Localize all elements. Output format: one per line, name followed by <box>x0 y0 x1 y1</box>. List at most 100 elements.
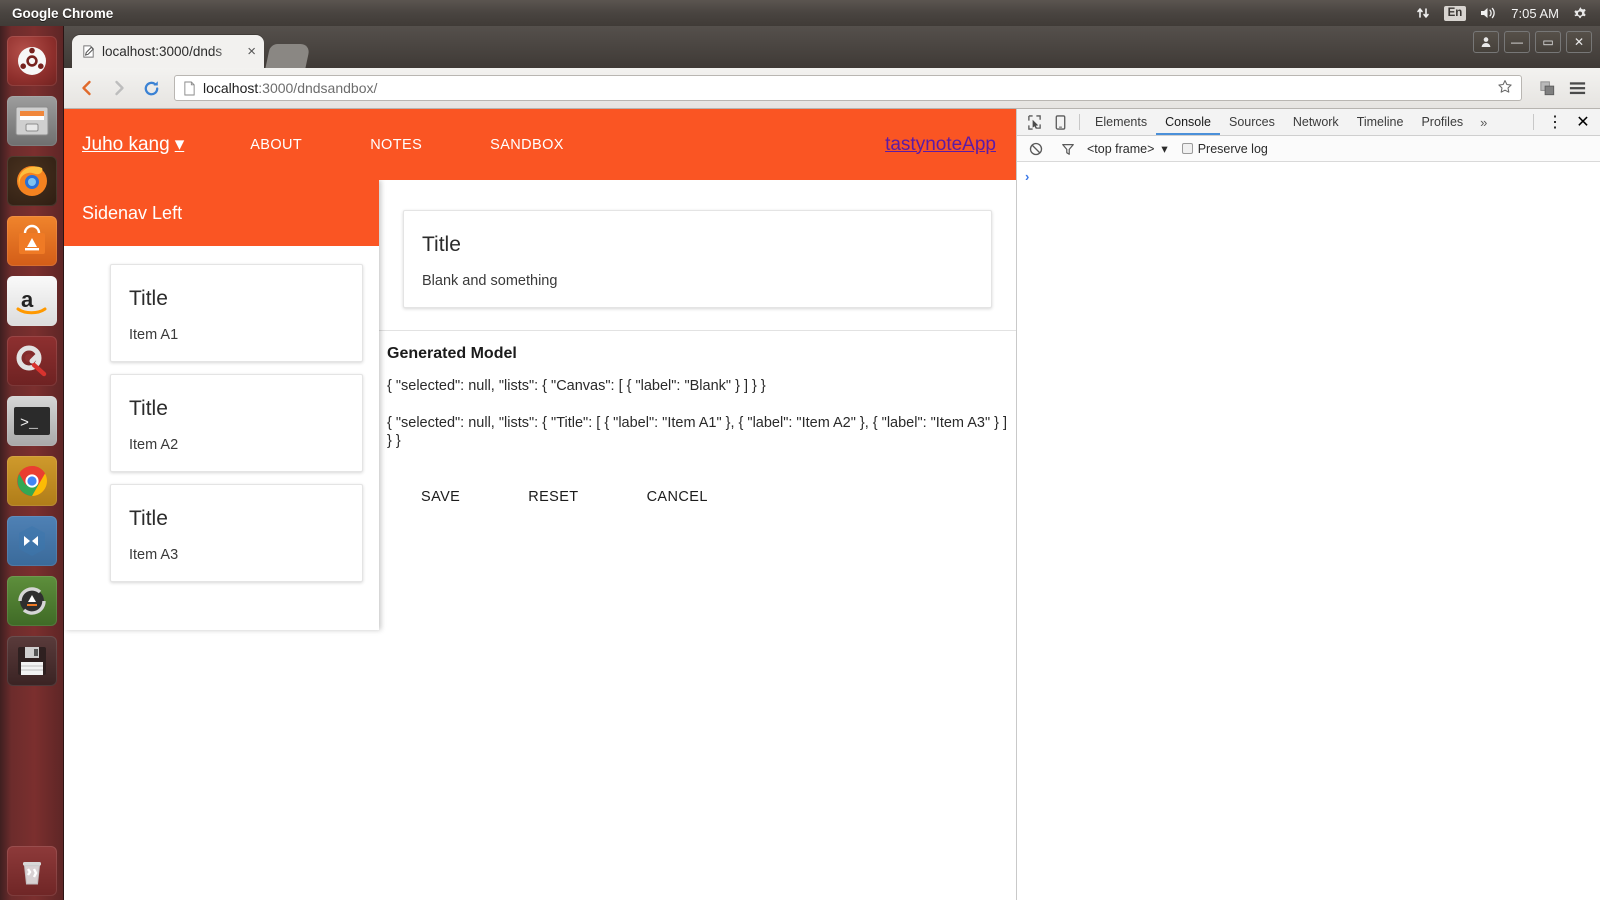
omnibox-url: localhost:3000/dndsandbox/ <box>203 80 377 96</box>
console-prompt-icon: › <box>1025 169 1030 184</box>
system-tray: En 7:05 AM <box>1416 5 1600 21</box>
omnibox[interactable]: localhost:3000/dndsandbox/ <box>174 75 1522 101</box>
devtools-tabbar: Elements Console Sources Network Timelin… <box>1017 109 1600 136</box>
save-button[interactable]: SAVE <box>387 481 494 513</box>
list-item[interactable]: Title Item A3 <box>110 484 363 582</box>
filter-funnel-icon[interactable] <box>1055 138 1081 160</box>
new-tab-button[interactable] <box>265 44 311 68</box>
console-output[interactable]: › <box>1017 162 1600 192</box>
card-text: Blank and something <box>422 273 558 289</box>
devtools-menu-icon[interactable]: ⋮ <box>1542 111 1568 133</box>
tab-timeline[interactable]: Timeline <box>1348 109 1413 135</box>
list-item[interactable]: Title Item A1 <box>110 264 363 362</box>
browser-tab[interactable]: localhost:3000/dnds × <box>72 35 264 68</box>
devtools-close-icon[interactable]: ✕ <box>1570 111 1596 133</box>
cancel-button[interactable]: CANCEL <box>613 481 742 513</box>
preserve-log-label: Preserve log <box>1197 141 1268 156</box>
divider <box>1079 114 1080 130</box>
launcher-item-terminal[interactable]: >_ <box>6 396 57 446</box>
user-menu-brand[interactable]: Juho kang ▾ <box>82 133 184 156</box>
svg-text:a: a <box>21 287 34 312</box>
frame-selector[interactable]: <top frame> ▾ <box>1087 141 1168 157</box>
nav-item-sandbox[interactable]: SANDBOX <box>456 137 598 153</box>
reset-button[interactable]: RESET <box>494 481 612 513</box>
tabstrip: localhost:3000/dnds × <box>72 35 311 68</box>
profile-button[interactable] <box>1473 31 1499 53</box>
chrome-menu-icon[interactable] <box>1564 75 1590 101</box>
extension-cubes-icon[interactable] <box>1534 75 1560 101</box>
tab-profiles[interactable]: Profiles <box>1412 109 1472 135</box>
devtools-tabbar-right: ⋮ ✕ <box>1527 111 1596 133</box>
card-title: Title <box>129 287 168 310</box>
clear-console-icon[interactable] <box>1023 138 1049 160</box>
launcher-item-save-disk[interactable] <box>6 636 57 686</box>
close-window-button[interactable]: ✕ <box>1566 31 1592 53</box>
device-toolbar-icon[interactable] <box>1047 111 1073 133</box>
divider <box>1533 114 1534 130</box>
tab-close-icon[interactable]: × <box>247 44 256 59</box>
unity-launcher: a >_ <box>0 26 64 900</box>
tab-title: localhost:3000/dnds <box>102 44 223 59</box>
nav-item-about[interactable]: ABOUT <box>216 137 336 153</box>
preserve-log-checkbox[interactable] <box>1181 143 1193 154</box>
reload-button[interactable] <box>138 75 164 101</box>
url-host: localhost <box>203 80 259 96</box>
maximize-button[interactable]: ▭ <box>1535 31 1561 53</box>
chevron-down-icon: ▾ <box>1161 142 1168 156</box>
launcher-item-trash[interactable] <box>6 846 57 896</box>
model-json-line: { "selected": null, "lists": { "Title": … <box>387 414 1008 450</box>
launcher-item-software-updater[interactable] <box>6 576 57 626</box>
launcher-item-visual-studio-code[interactable] <box>6 516 57 566</box>
unity-top-panel: Google Chrome En 7:05 AM <box>0 0 1600 26</box>
card-text: Item A1 <box>129 327 179 343</box>
action-buttons: SAVE RESET CANCEL <box>379 469 1016 513</box>
generated-model-section: Generated Model { "selected": null, "lis… <box>379 331 1016 451</box>
clock[interactable]: 7:05 AM <box>1511 6 1559 21</box>
launcher-item-dash-home[interactable] <box>6 36 57 86</box>
launcher-item-google-chrome[interactable] <box>6 456 57 506</box>
keyboard-layout-indicator[interactable]: En <box>1443 5 1467 21</box>
generated-model-heading: Generated Model <box>387 345 517 362</box>
system-gear-icon[interactable] <box>1573 6 1588 21</box>
tab-sources[interactable]: Sources <box>1220 109 1284 135</box>
page-document-icon <box>183 81 196 96</box>
pencil-page-icon <box>80 44 96 60</box>
tab-elements[interactable]: Elements <box>1086 109 1156 135</box>
canvas-card[interactable]: Title Blank and something <box>403 210 992 308</box>
card-text: Item A2 <box>129 437 179 453</box>
chrome-titlebar: localhost:3000/dnds × — ▭ ✕ <box>64 26 1600 68</box>
appbar-nav: ABOUT NOTES SANDBOX <box>216 137 598 153</box>
volume-icon[interactable] <box>1480 6 1497 20</box>
sidenav-card-list: Title Item A1 Title Item A2 Title Item A… <box>64 246 379 604</box>
card-title: Title <box>129 397 168 420</box>
nav-item-notes[interactable]: NOTES <box>336 137 456 153</box>
devtools-panel: Elements Console Sources Network Timelin… <box>1016 109 1600 900</box>
launcher-item-ubuntu-software[interactable] <box>6 216 57 266</box>
canvas-dropzone[interactable]: Title Blank and something <box>379 188 1016 331</box>
app-toolbar: Juho kang ▾ ABOUT NOTES SANDBOX tastynote… <box>64 109 1016 180</box>
brand-label: Juho kang <box>82 133 170 155</box>
chevron-down-icon: ▾ <box>174 134 185 155</box>
url-path: :3000/dndsandbox/ <box>258 80 378 96</box>
tab-console[interactable]: Console <box>1156 109 1220 135</box>
minimize-button[interactable]: — <box>1504 31 1530 53</box>
launcher-item-firefox[interactable] <box>6 156 57 206</box>
network-updown-icon[interactable] <box>1416 6 1430 20</box>
launcher-item-amazon[interactable]: a <box>6 276 57 326</box>
sidenav-header: Sidenav Left <box>64 180 379 246</box>
app-title-link[interactable]: tastynoteApp <box>885 134 996 156</box>
window-controls: — ▭ ✕ <box>1473 31 1592 53</box>
launcher-item-system-settings[interactable] <box>6 336 57 386</box>
more-tabs-button[interactable]: » <box>1472 115 1495 130</box>
inspect-cursor-icon[interactable] <box>1021 111 1047 133</box>
list-item[interactable]: Title Item A2 <box>110 374 363 472</box>
card-title: Title <box>129 507 168 530</box>
focused-app-name: Google Chrome <box>12 5 114 21</box>
preserve-log-toggle[interactable]: Preserve log <box>1181 141 1268 156</box>
forward-button[interactable] <box>106 75 132 101</box>
sidenav-left: Sidenav Left Title Item A1 Title Item A2… <box>64 180 379 630</box>
tab-network[interactable]: Network <box>1284 109 1348 135</box>
bookmark-star-icon[interactable] <box>1497 79 1513 98</box>
back-button[interactable] <box>74 75 100 101</box>
launcher-item-files[interactable] <box>6 96 57 146</box>
